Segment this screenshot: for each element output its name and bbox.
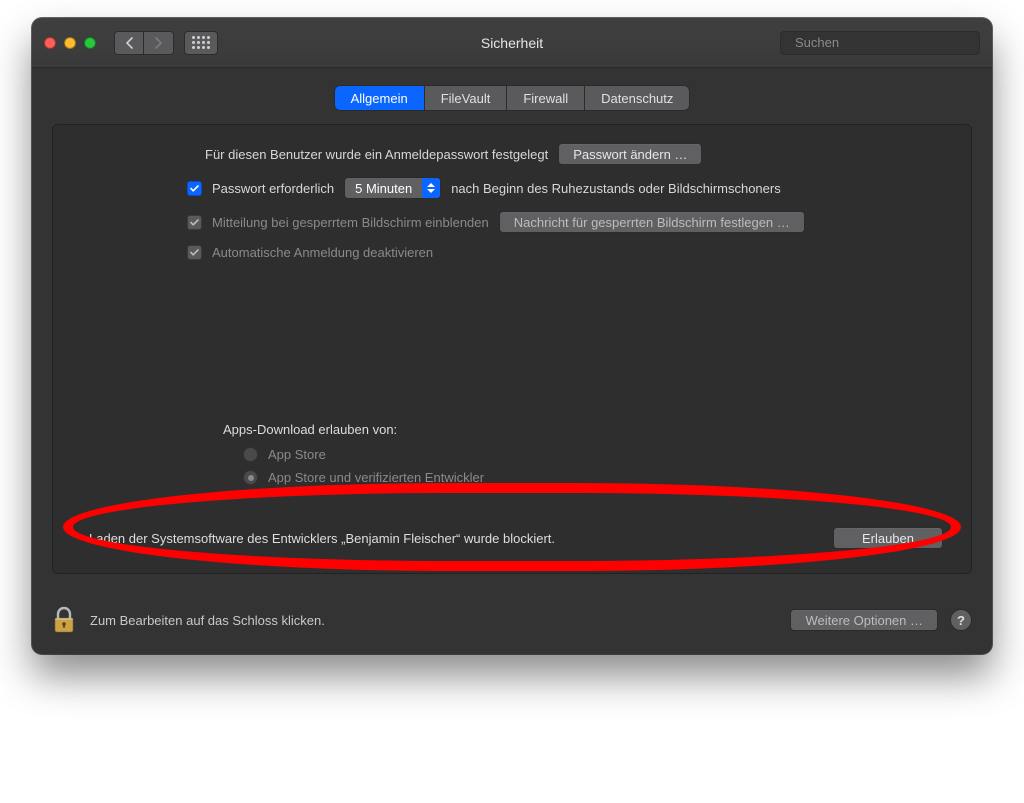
require-password-delay-value: 5 Minuten: [345, 178, 422, 198]
tab-bar: Allgemein FileVault Firewall Datenschutz: [335, 86, 690, 110]
require-password-prefix: Passwort erforderlich: [212, 181, 334, 196]
show-all-button[interactable]: [184, 31, 218, 55]
radio-appstore-label: App Store: [268, 447, 326, 462]
allow-apps-option-identified: App Store und verifizierten Entwickler: [75, 470, 949, 485]
traffic-lights: [44, 37, 96, 49]
lock-message-checkbox: [187, 215, 202, 230]
chevron-left-icon: [125, 37, 134, 49]
tab-firewall[interactable]: Firewall: [507, 86, 585, 110]
tab-datenschutz[interactable]: Datenschutz: [585, 86, 689, 110]
check-icon: [189, 247, 200, 258]
login-password-text: Für diesen Benutzer wurde ein Anmeldepas…: [205, 147, 548, 162]
minimize-button[interactable]: [64, 37, 76, 49]
lock-button[interactable]: [52, 606, 76, 634]
lock-message-label: Mitteilung bei gesperrtem Bildschirm ein…: [212, 215, 489, 230]
lock-hint-text: Zum Bearbeiten auf das Schloss klicken.: [90, 613, 325, 628]
more-options-button: Weitere Optionen …: [790, 609, 938, 631]
require-password-checkbox[interactable]: [187, 181, 202, 196]
blocked-software-row: Laden der Systemsoftware des Entwicklers…: [81, 527, 943, 549]
footer: Zum Bearbeiten auf das Schloss klicken. …: [32, 590, 992, 654]
radio-identified-dev-label: App Store und verifizierten Entwickler: [268, 470, 484, 485]
help-button[interactable]: ?: [950, 609, 972, 631]
preferences-window: Sicherheit Allgemein FileVault Firewall …: [32, 18, 992, 654]
allow-apps-label: Apps-Download erlauben von:: [223, 422, 949, 437]
lock-message-row: Mitteilung bei gesperrtem Bildschirm ein…: [75, 211, 949, 233]
lock-area: Zum Bearbeiten auf das Schloss klicken.: [52, 606, 778, 634]
require-password-suffix: nach Beginn des Ruhezustands oder Bildsc…: [451, 181, 781, 196]
tab-bar-wrap: Allgemein FileVault Firewall Datenschutz: [52, 86, 972, 110]
radio-appstore: [243, 447, 258, 462]
disable-autologin-row: Automatische Anmeldung deaktivieren: [75, 245, 949, 260]
back-button[interactable]: [114, 31, 144, 55]
change-password-button[interactable]: Passwort ändern …: [558, 143, 702, 165]
search-input[interactable]: [795, 35, 971, 50]
search-field[interactable]: [780, 31, 980, 55]
tab-allgemein[interactable]: Allgemein: [335, 86, 425, 110]
maximize-button[interactable]: [84, 37, 96, 49]
login-password-row: Für diesen Benutzer wurde ein Anmeldepas…: [75, 143, 949, 165]
tab-filevault[interactable]: FileVault: [425, 86, 508, 110]
grid-icon: [192, 36, 210, 49]
general-panel: Für diesen Benutzer wurde ein Anmeldepas…: [52, 124, 972, 574]
titlebar: Sicherheit: [32, 18, 992, 68]
chevron-right-icon: [154, 37, 163, 49]
content-area: Allgemein FileVault Firewall Datenschutz…: [32, 68, 992, 590]
disable-autologin-checkbox: [187, 245, 202, 260]
select-arrows-icon: [422, 178, 440, 198]
allow-button[interactable]: Erlauben: [833, 527, 943, 549]
require-password-row: Passwort erforderlich 5 Minuten nach Beg…: [75, 177, 949, 199]
set-lock-message-button: Nachricht für gesperrten Bildschirm fest…: [499, 211, 805, 233]
require-password-delay-select[interactable]: 5 Minuten: [344, 177, 441, 199]
blocked-software-text: Laden der Systemsoftware des Entwicklers…: [81, 531, 819, 546]
search-field-wrap: [780, 31, 980, 55]
disable-autologin-label: Automatische Anmeldung deaktivieren: [212, 245, 433, 260]
radio-identified-dev: [243, 470, 258, 485]
forward-button[interactable]: [144, 31, 174, 55]
check-icon: [189, 217, 200, 228]
allow-apps-option-appstore: App Store: [75, 447, 949, 462]
check-icon: [189, 183, 200, 194]
nav-buttons: [114, 31, 174, 55]
lock-icon: [52, 606, 76, 634]
close-button[interactable]: [44, 37, 56, 49]
